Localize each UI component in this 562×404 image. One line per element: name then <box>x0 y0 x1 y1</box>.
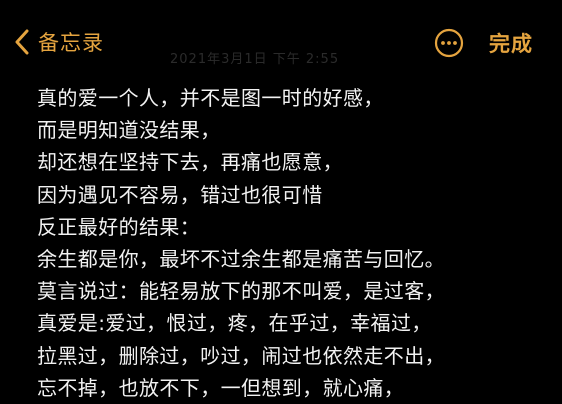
note-timestamp: 2021年3月1日 下午 2:55 <box>170 52 340 67</box>
note-line: 反正最好的结果： <box>37 214 201 239</box>
done-button[interactable]: 完成 <box>489 28 533 58</box>
note-line: 因为遇见不容易，错过也很可惜 <box>37 182 323 207</box>
back-button[interactable]: 备忘录 <box>14 26 104 58</box>
note-line: 莫言说过：能轻易放下的那不叫爱，是过客， <box>37 279 445 304</box>
note-line: 而是明知道没结果， <box>37 118 221 143</box>
chevron-left-icon <box>14 29 30 55</box>
note-line: 却还想在坚持下去，再痛也愿意， <box>37 150 343 175</box>
ellipsis-circle-icon <box>434 28 464 62</box>
note-line: 真的爱一个人，并不是图一时的好感， <box>37 86 384 110</box>
note-line: 真爱是:爱过，恨过，疼，在乎过，幸福过， <box>37 311 432 336</box>
more-options-button[interactable] <box>434 28 464 58</box>
navigation-bar: 备忘录 2021年3月1日 下午 2:55 完成 <box>0 0 562 84</box>
note-line: 忘不掉，也放不下，一但想到，就心痛， <box>37 375 405 400</box>
back-button-label: 备忘录 <box>38 31 104 55</box>
note-line: 拉黑过，删除过，吵过，闹过也依然走不出， <box>37 343 445 368</box>
note-line: 余生都是你，最坏不过余生都是痛苦与回忆。 <box>37 246 445 271</box>
note-body[interactable]: 真的爱一个人，并不是图一时的好感， 而是明知道没结果， 却还想在坚持下去，再痛也… <box>37 82 557 404</box>
